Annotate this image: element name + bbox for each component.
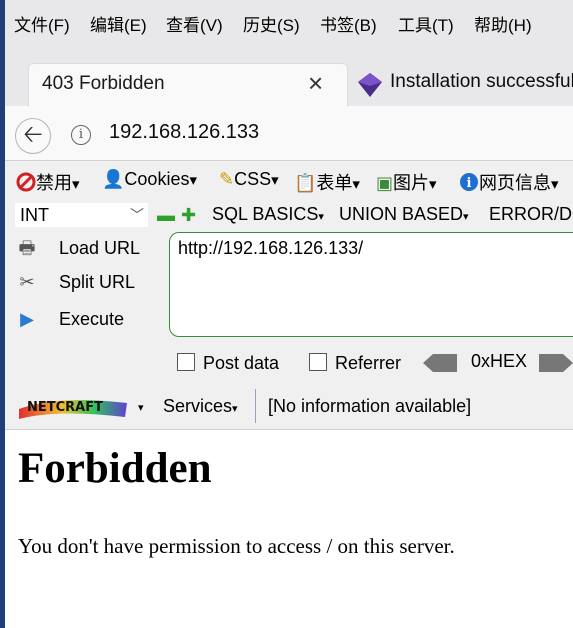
checkbox-box: [177, 353, 195, 371]
execute-label: Execute: [59, 309, 125, 329]
forms-menu[interactable]: 📋表单▾: [294, 169, 360, 195]
post-data-checkbox[interactable]: Post data: [177, 353, 279, 374]
disable-icon: [16, 172, 36, 192]
split-url-button[interactable]: ✂ Split URL: [15, 272, 135, 293]
chevron-down-icon: ﹀: [130, 207, 144, 223]
magic-wand-icon: ✎: [219, 169, 235, 189]
info-icon[interactable]: i: [71, 125, 91, 145]
menu-view[interactable]: 查看(V): [166, 11, 223, 36]
svg-text:NETCRAFT: NETCRAFT: [27, 400, 103, 415]
referrer-label: Referrer: [335, 353, 402, 373]
netcraft-info: [No information available]: [268, 396, 472, 416]
referrer-checkbox[interactable]: Referrer: [309, 353, 401, 374]
close-icon[interactable]: ×: [308, 68, 323, 99]
tab-title: Installation successful: [390, 71, 573, 92]
toolbar-separator: [255, 389, 256, 423]
forms-label: 表单: [316, 173, 353, 193]
menu-file[interactable]: 文件(F): [14, 11, 70, 36]
split-url-label: Split URL: [59, 272, 136, 292]
back-arrow-icon[interactable]: 🡠: [15, 118, 51, 154]
menu-tools[interactable]: 工具(T): [398, 11, 454, 36]
page-heading: Forbidden: [18, 445, 212, 492]
webdev-toolbar: 禁用▾ 👤Cookies▾ ✎CSS▾ 📋表单▾ ▣图片▾ i 网页信息▾: [5, 161, 573, 199]
navigation-bar: 🡠 i 192.168.126.133: [5, 106, 573, 161]
svg-text:i: i: [467, 176, 472, 191]
load-url-icon: 🖶: [18, 238, 36, 258]
url-textarea[interactable]: http://192.168.126.133/: [169, 232, 573, 337]
union-based-menu[interactable]: UNION BASED▾: [339, 204, 469, 225]
type-select[interactable]: INT ﹀: [15, 203, 148, 227]
sql-basics-label: SQL BASICS: [212, 204, 319, 224]
sql-basics-menu[interactable]: SQL BASICS▾: [212, 204, 324, 225]
css-label: CSS: [234, 169, 272, 189]
tab-forbidden[interactable]: 403 Forbidden ×: [29, 64, 347, 106]
tab-title: 403 Forbidden: [42, 73, 165, 94]
cookies-label: Cookies: [124, 169, 190, 189]
css-menu[interactable]: ✎CSS▾: [219, 169, 279, 190]
left-arrow-icon[interactable]: [423, 354, 457, 372]
page-info-label: 网页信息: [479, 173, 551, 193]
services-menu[interactable]: Services▾: [163, 396, 238, 417]
menu-bar: 文件(F) 编辑(E) 查看(V) 历史(S) 书签(B) 工具(T) 帮助(H…: [0, 0, 573, 46]
hackbar-panel: INT ﹀ ▬ ✚ SQL BASICS▾ UNION BASED▾ ERROR…: [5, 199, 573, 383]
increase-icon[interactable]: ✚: [181, 205, 196, 226]
cookies-menu[interactable]: 👤Cookies▾: [102, 169, 197, 190]
clipboard-icon: 📋: [294, 173, 317, 193]
menu-bookmarks[interactable]: 书签(B): [320, 11, 377, 36]
load-url-label: Load URL: [59, 238, 141, 258]
decrease-icon[interactable]: ▬: [157, 205, 175, 226]
error-double-menu[interactable]: ERROR/DO: [489, 204, 573, 225]
image-icon: ▣: [376, 173, 394, 193]
services-label: Services: [163, 396, 233, 416]
page-content: Forbidden You don't have permission to a…: [18, 444, 455, 558]
netcraft-dropdown-icon[interactable]: ▾: [138, 401, 144, 414]
page-info-menu[interactable]: i 网页信息▾: [459, 169, 559, 195]
php-diamond-icon: [358, 73, 382, 97]
menu-edit[interactable]: 编辑(E): [90, 11, 147, 36]
person-icon: 👤: [102, 169, 125, 189]
menu-help[interactable]: 帮助(H): [474, 11, 532, 36]
info-circle-icon: i: [460, 173, 478, 191]
execute-button[interactable]: ▶ Execute: [15, 309, 124, 330]
play-icon: ▶: [20, 309, 34, 329]
load-url-button[interactable]: 🖶 Load URL: [15, 236, 141, 266]
checkbox-box: [309, 353, 327, 371]
netcraft-toolbar: NETCRAFT ▾ Services▾ [No information ava…: [5, 383, 573, 430]
error-double-label: ERROR/DO: [489, 204, 573, 224]
disable-label: 禁用: [36, 173, 72, 193]
url-bar[interactable]: 192.168.126.133: [109, 121, 259, 144]
menu-history[interactable]: 历史(S): [243, 11, 300, 36]
page-message: You don't have permission to access / on…: [18, 534, 455, 558]
union-based-label: UNION BASED: [339, 204, 464, 224]
hex-label[interactable]: 0xHEX: [471, 351, 527, 372]
images-menu[interactable]: ▣图片▾: [376, 169, 437, 195]
scissors-icon: ✂: [19, 272, 35, 292]
netcraft-logo[interactable]: NETCRAFT: [17, 395, 129, 419]
disable-menu[interactable]: 禁用▾: [16, 169, 80, 195]
images-label: 图片: [393, 173, 430, 193]
right-arrow-icon[interactable]: [539, 354, 573, 372]
post-data-label: Post data: [203, 353, 280, 373]
type-select-value: INT: [20, 205, 49, 225]
tab-strip: 403 Forbidden × Installation successful: [5, 46, 573, 106]
